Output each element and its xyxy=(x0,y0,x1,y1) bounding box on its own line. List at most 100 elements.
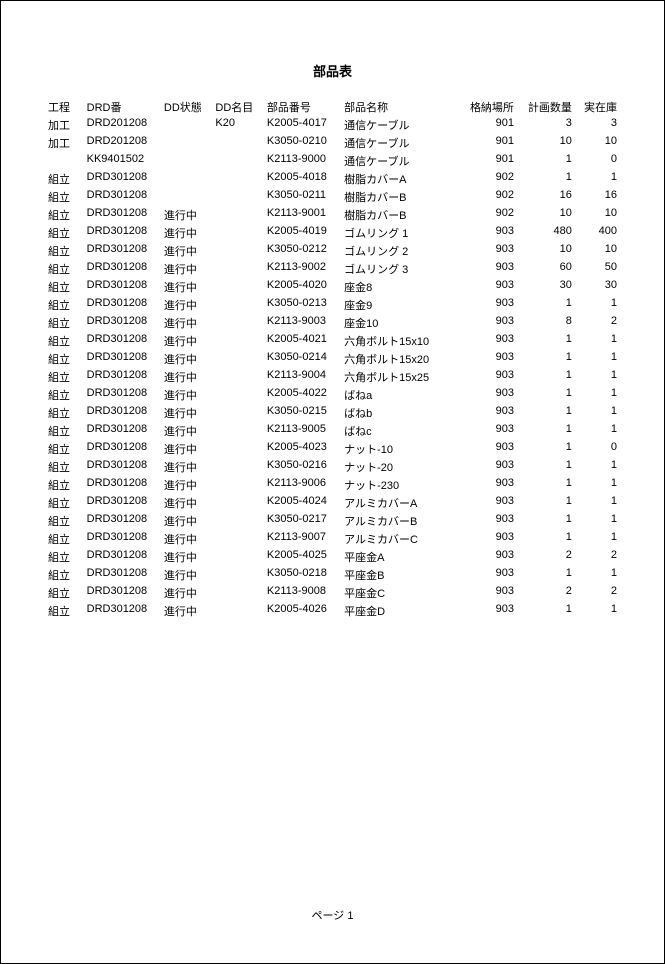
cell-partnm: 通信ケーブル xyxy=(342,116,458,134)
cell-ddname xyxy=(213,188,265,206)
cell-proc: 組立 xyxy=(46,296,85,314)
cell-proc: 組立 xyxy=(46,512,85,530)
cell-loc: 903 xyxy=(458,584,516,602)
cell-status: 進行中 xyxy=(162,314,214,332)
cell-status: 進行中 xyxy=(162,494,214,512)
cell-loc: 903 xyxy=(458,314,516,332)
cell-plan: 1 xyxy=(516,350,574,368)
cell-plan: 30 xyxy=(516,278,574,296)
report-page: 部品表 工程 DRD番 DD状態 DD名目 部品番号 部品名称 格納場所 計画数… xyxy=(0,0,665,964)
cell-plan: 1 xyxy=(516,152,574,170)
cell-partno: K2005-4023 xyxy=(265,440,342,458)
cell-drd: DRD301208 xyxy=(85,314,162,332)
cell-partnm: 座金10 xyxy=(342,314,458,332)
cell-partnm: アルミカバーC xyxy=(342,530,458,548)
col-header-partno: 部品番号 xyxy=(265,98,342,116)
cell-drd: DRD301208 xyxy=(85,224,162,242)
cell-plan: 1 xyxy=(516,512,574,530)
cell-status: 進行中 xyxy=(162,332,214,350)
cell-partno: K2113-9005 xyxy=(265,422,342,440)
cell-proc: 組立 xyxy=(46,440,85,458)
cell-partno: K3050-0218 xyxy=(265,566,342,584)
cell-stock: 50 xyxy=(574,260,619,278)
cell-drd: DRD201208 xyxy=(85,134,162,152)
cell-stock: 1 xyxy=(574,602,619,620)
cell-plan: 3 xyxy=(516,116,574,134)
cell-partno: K3050-0210 xyxy=(265,134,342,152)
cell-partno: K2005-4017 xyxy=(265,116,342,134)
cell-partnm: 六角ボルト15x25 xyxy=(342,368,458,386)
col-header-loc: 格納場所 xyxy=(458,98,516,116)
table-row: 組立DRD301208進行中K3050-0216ナット-2090311 xyxy=(46,458,619,476)
cell-drd: DRD301208 xyxy=(85,260,162,278)
cell-ddname xyxy=(213,458,265,476)
table-row: 組立DRD301208進行中K2113-9008平座金C90322 xyxy=(46,584,619,602)
cell-partnm: ナット-10 xyxy=(342,440,458,458)
cell-drd: DRD301208 xyxy=(85,494,162,512)
cell-plan: 1 xyxy=(516,332,574,350)
cell-proc: 組立 xyxy=(46,242,85,260)
cell-loc: 901 xyxy=(458,152,516,170)
table-row: 組立DRD301208進行中K2005-4020座金89033030 xyxy=(46,278,619,296)
cell-ddname xyxy=(213,350,265,368)
report-title: 部品表 xyxy=(46,61,619,80)
table-row: 組立DRD301208進行中K2113-9003座金1090382 xyxy=(46,314,619,332)
cell-partno: K2005-4025 xyxy=(265,548,342,566)
col-header-stock: 実在庫 xyxy=(574,98,619,116)
col-header-plan: 計画数量 xyxy=(516,98,574,116)
cell-plan: 1 xyxy=(516,458,574,476)
cell-stock: 3 xyxy=(574,116,619,134)
cell-loc: 903 xyxy=(458,458,516,476)
cell-ddname xyxy=(213,314,265,332)
cell-ddname xyxy=(213,584,265,602)
cell-stock: 0 xyxy=(574,152,619,170)
cell-ddname xyxy=(213,170,265,188)
cell-stock: 1 xyxy=(574,566,619,584)
cell-partno: K3050-0212 xyxy=(265,242,342,260)
cell-plan: 1 xyxy=(516,530,574,548)
cell-partnm: 平座金B xyxy=(342,566,458,584)
cell-status: 進行中 xyxy=(162,458,214,476)
table-row: 組立DRD301208進行中K2113-9006ナット-23090311 xyxy=(46,476,619,494)
cell-ddname xyxy=(213,224,265,242)
cell-stock: 1 xyxy=(574,368,619,386)
cell-proc: 組立 xyxy=(46,206,85,224)
cell-proc: 組立 xyxy=(46,188,85,206)
cell-status: 進行中 xyxy=(162,566,214,584)
cell-partnm: ゴムリング 1 xyxy=(342,224,458,242)
table-row: 組立DRD301208進行中K2113-9002ゴムリング 39036050 xyxy=(46,260,619,278)
cell-status: 進行中 xyxy=(162,476,214,494)
cell-proc: 組立 xyxy=(46,494,85,512)
table-row: 組立DRD301208進行中K2005-4026平座金D90311 xyxy=(46,602,619,620)
cell-partno: K3050-0213 xyxy=(265,296,342,314)
cell-loc: 903 xyxy=(458,602,516,620)
cell-status: 進行中 xyxy=(162,548,214,566)
cell-stock: 10 xyxy=(574,206,619,224)
cell-ddname xyxy=(213,332,265,350)
table-row: 組立DRD301208進行中K2005-4019ゴムリング 1903480400 xyxy=(46,224,619,242)
table-row: 組立DRD301208進行中K3050-0213座金990311 xyxy=(46,296,619,314)
cell-loc: 903 xyxy=(458,368,516,386)
cell-loc: 901 xyxy=(458,134,516,152)
cell-stock: 1 xyxy=(574,296,619,314)
cell-proc: 組立 xyxy=(46,260,85,278)
cell-ddname xyxy=(213,242,265,260)
cell-ddname xyxy=(213,206,265,224)
cell-loc: 902 xyxy=(458,188,516,206)
cell-proc: 組立 xyxy=(46,566,85,584)
cell-ddname xyxy=(213,548,265,566)
cell-drd: DRD301208 xyxy=(85,368,162,386)
table-row: 加工DRD201208K3050-0210通信ケーブル9011010 xyxy=(46,134,619,152)
cell-plan: 16 xyxy=(516,188,574,206)
cell-plan: 10 xyxy=(516,242,574,260)
cell-ddname xyxy=(213,152,265,170)
cell-ddname xyxy=(213,404,265,422)
cell-proc: 組立 xyxy=(46,404,85,422)
cell-stock: 10 xyxy=(574,134,619,152)
cell-plan: 8 xyxy=(516,314,574,332)
cell-drd: DRD301208 xyxy=(85,602,162,620)
cell-proc: 組立 xyxy=(46,476,85,494)
cell-status: 進行中 xyxy=(162,512,214,530)
cell-stock: 1 xyxy=(574,512,619,530)
cell-ddname xyxy=(213,278,265,296)
